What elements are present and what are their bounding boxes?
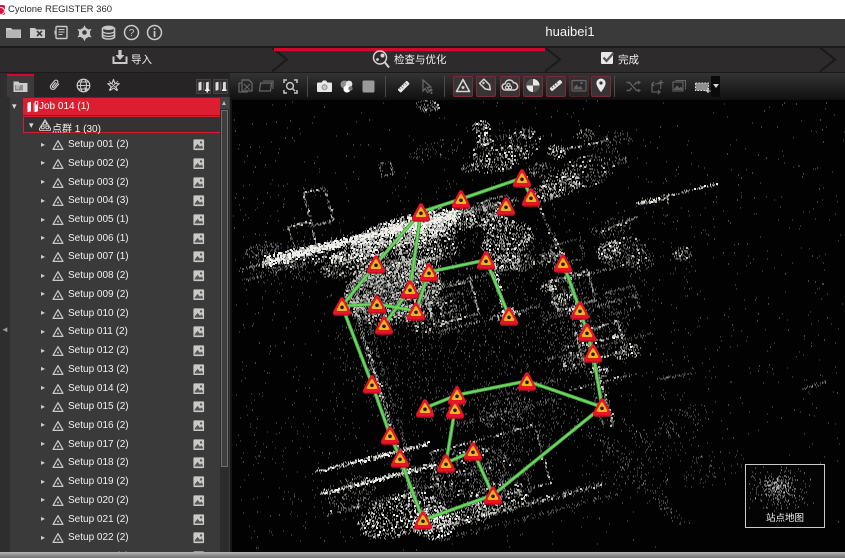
svg-text:导入: 导入 bbox=[131, 54, 152, 66]
svg-text:完成: 完成 bbox=[618, 53, 639, 66]
svg-text:检查与优化: 检查与优化 bbox=[394, 53, 447, 66]
svg-text:?: ? bbox=[129, 28, 135, 39]
